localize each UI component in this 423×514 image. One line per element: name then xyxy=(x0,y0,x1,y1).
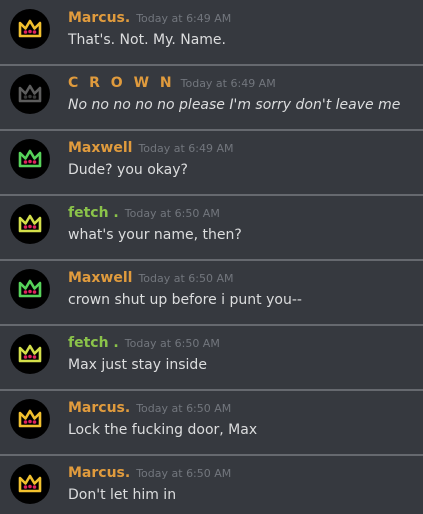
crown-icon xyxy=(18,344,42,363)
message-content: Dude? you okay? xyxy=(68,162,188,178)
message-row[interactable]: Marcus. Today at 6:50 AM Don't let him in xyxy=(0,455,423,514)
avatar[interactable] xyxy=(10,334,50,374)
message-row[interactable]: Marcus. Today at 6:49 AM That's. Not. My. … xyxy=(0,0,423,64)
message-row[interactable]: Maxwell Today at 6:50 AM crown shut up bef… xyxy=(0,260,423,324)
crown-icon xyxy=(18,84,42,103)
avatar[interactable] xyxy=(10,399,50,439)
username[interactable]: fetch . xyxy=(68,205,119,221)
username[interactable]: Marcus. xyxy=(68,465,130,481)
chat-message-list[interactable]: Marcus. Today at 6:49 AM That's. Not. My. … xyxy=(0,0,423,514)
message-header: C R O W N Today at 6:49 AM xyxy=(68,73,276,93)
timestamp: Today at 6:50 AM xyxy=(124,207,220,220)
username[interactable]: Maxwell xyxy=(68,270,132,286)
message-content: Max just stay inside xyxy=(68,357,207,373)
message-header: Marcus. Today at 6:50 AM xyxy=(68,398,231,418)
username[interactable]: Marcus. xyxy=(68,10,130,26)
message-content: That's. Not. My. Name. xyxy=(68,32,226,48)
username[interactable]: Marcus. xyxy=(68,400,130,416)
timestamp: Today at 6:50 AM xyxy=(136,402,232,415)
crown-icon xyxy=(18,409,42,428)
message-header: Maxwell Today at 6:50 AM xyxy=(68,268,234,288)
timestamp: Today at 6:49 AM xyxy=(136,12,232,25)
message-header: fetch . Today at 6:50 AM xyxy=(68,203,220,223)
crown-icon xyxy=(18,279,42,298)
message-row[interactable]: fetch . Today at 6:50 AM Max just stay ins… xyxy=(0,325,423,389)
timestamp: Today at 6:50 AM xyxy=(138,272,234,285)
avatar[interactable] xyxy=(10,74,50,114)
message-header: Marcus. Today at 6:50 AM xyxy=(68,463,231,483)
avatar[interactable] xyxy=(10,464,50,504)
message-header: Maxwell Today at 6:49 AM xyxy=(68,138,234,158)
message-row[interactable]: fetch . Today at 6:50 AM what's your name,… xyxy=(0,195,423,259)
avatar[interactable] xyxy=(10,269,50,309)
message-content: No no no no no please I'm sorry don't le… xyxy=(68,97,401,113)
crown-icon xyxy=(18,19,42,38)
timestamp: Today at 6:49 AM xyxy=(180,77,276,90)
avatar[interactable] xyxy=(10,139,50,179)
message-content: what's your name, then? xyxy=(68,227,242,243)
crown-icon xyxy=(18,214,42,233)
message-row[interactable]: Marcus. Today at 6:50 AM Lock the fucking … xyxy=(0,390,423,454)
message-content: crown shut up before i punt you-- xyxy=(68,292,302,308)
message-header: Marcus. Today at 6:49 AM xyxy=(68,8,231,28)
timestamp: Today at 6:50 AM xyxy=(136,467,232,480)
message-row[interactable]: C R O W N Today at 6:49 AM No no no no no … xyxy=(0,65,423,129)
timestamp: Today at 6:50 AM xyxy=(124,337,220,350)
crown-icon xyxy=(18,149,42,168)
message-row[interactable]: Maxwell Today at 6:49 AM Dude? you okay? xyxy=(0,130,423,194)
message-content: Don't let him in xyxy=(68,487,177,503)
username[interactable]: fetch . xyxy=(68,335,119,351)
timestamp: Today at 6:49 AM xyxy=(138,142,234,155)
avatar[interactable] xyxy=(10,9,50,49)
crown-icon xyxy=(18,474,42,493)
message-header: fetch . Today at 6:50 AM xyxy=(68,333,220,353)
avatar[interactable] xyxy=(10,204,50,244)
username[interactable]: C R O W N xyxy=(68,75,175,91)
message-content: Lock the fucking door, Max xyxy=(68,422,258,438)
username[interactable]: Maxwell xyxy=(68,140,132,156)
